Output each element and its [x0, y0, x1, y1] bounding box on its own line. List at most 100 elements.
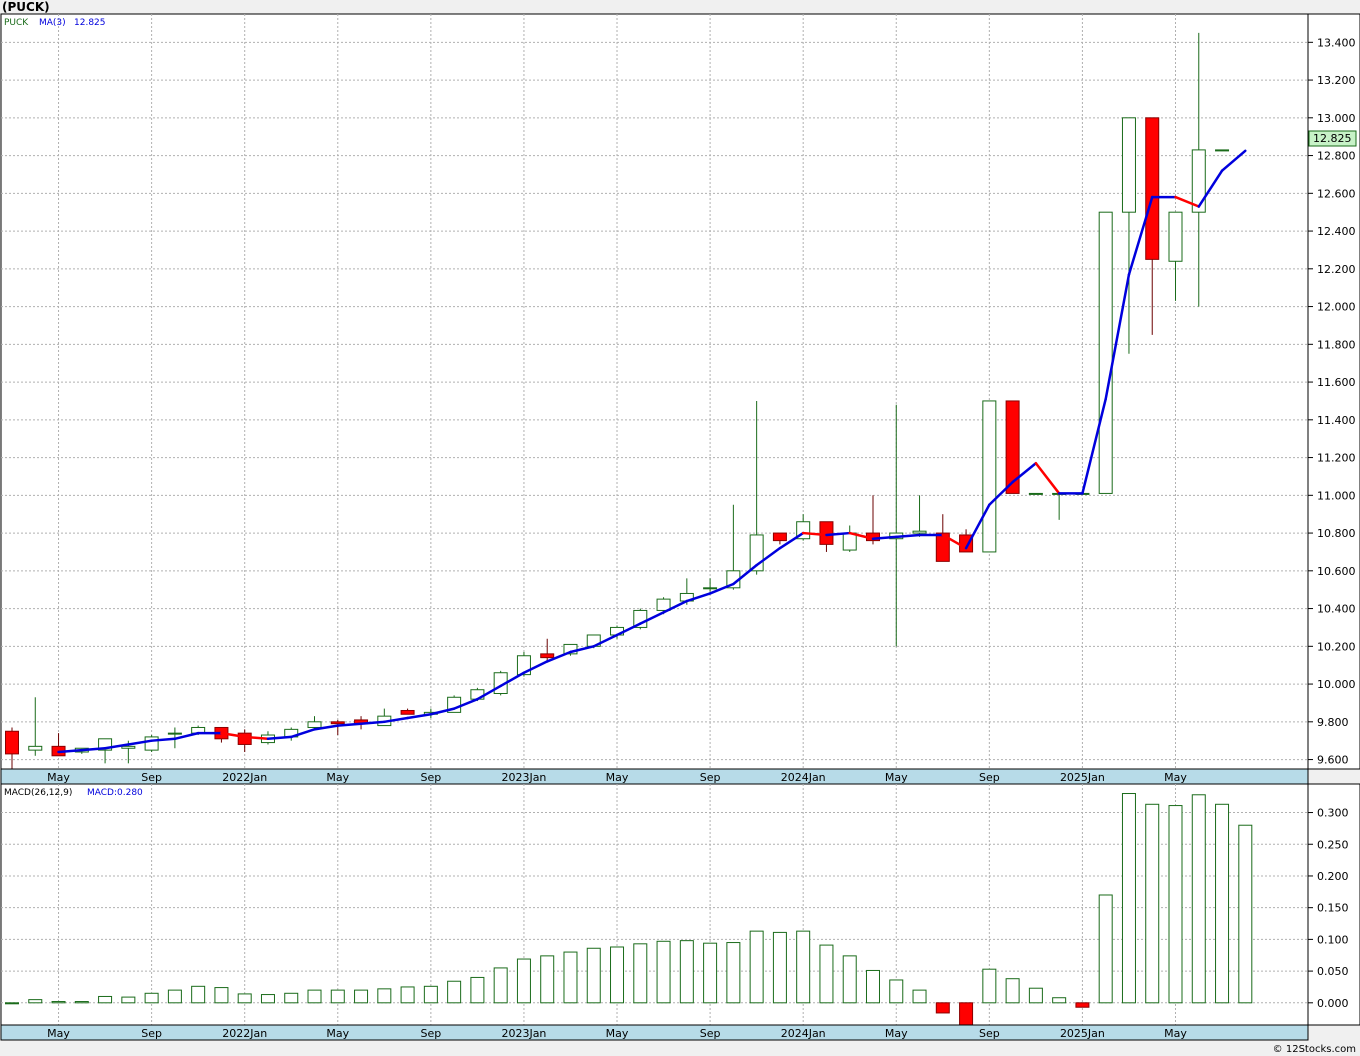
- macd-tick-label: 0.150: [1317, 902, 1349, 915]
- macd-tick-label: 0.250: [1317, 838, 1349, 851]
- macd-bar: [237, 993, 252, 1004]
- macd-bar: [540, 955, 555, 1004]
- macd-bar: [586, 947, 601, 1004]
- macd-bar: [935, 1002, 950, 1014]
- macd-bar: [610, 946, 625, 1004]
- macd-bar: [516, 958, 531, 1004]
- price-tick-label: 11.000: [1317, 489, 1356, 502]
- price-tick-label: 13.400: [1317, 36, 1356, 49]
- macd-bar: [307, 989, 322, 1004]
- macd-bar: [889, 979, 904, 1004]
- candle-body: [540, 653, 555, 659]
- price-x-label: 2024Jan: [781, 771, 826, 784]
- macd-bar: [1075, 1002, 1090, 1008]
- macd-bar: [51, 1001, 66, 1004]
- price-tick-label: 11.200: [1317, 452, 1356, 465]
- macd-bar: [1191, 794, 1206, 1004]
- macd-bar: [796, 930, 811, 1004]
- macd-bar: [703, 942, 718, 1004]
- price-tick-label: 12.200: [1317, 263, 1356, 276]
- macd-x-label: May: [326, 1027, 349, 1040]
- price-x-label: May: [47, 771, 70, 784]
- macd-bar: [354, 989, 369, 1004]
- macd-bar: [1028, 987, 1043, 1004]
- price-x-label: 2022Jan: [222, 771, 267, 784]
- candle-body: [1098, 211, 1113, 494]
- macd-tick-label: 0.100: [1317, 933, 1349, 946]
- candle-body: [819, 521, 834, 545]
- macd-bar: [1052, 997, 1067, 1004]
- macd-bar: [260, 994, 275, 1004]
- last-price-label: 12.825: [1313, 132, 1352, 145]
- macd-x-label: May: [1164, 1027, 1187, 1040]
- macd-bar: [400, 986, 415, 1004]
- macd-bar: [330, 989, 345, 1004]
- macd-bar: [98, 995, 113, 1004]
- candle-body: [842, 532, 857, 551]
- candle-body: [144, 736, 159, 751]
- macd-bar: [28, 999, 43, 1004]
- macd-bar: [842, 955, 857, 1004]
- macd-legend-label: MACD(26,12,9): [4, 788, 72, 798]
- price-tick-label: 10.600: [1317, 565, 1356, 578]
- macd-tick-label: 0.000: [1317, 997, 1349, 1010]
- price-tick-label: 10.800: [1317, 527, 1356, 540]
- macd-bar: [749, 930, 764, 1004]
- price-x-label: May: [1164, 771, 1187, 784]
- macd-bar: [74, 1001, 89, 1004]
- price-x-label: Sep: [700, 771, 721, 784]
- macd-bar: [470, 976, 485, 1004]
- price-tick-label: 13.200: [1317, 74, 1356, 87]
- candle-body: [307, 721, 322, 728]
- last-price-marker: 12.825: [1308, 130, 1357, 147]
- macd-bar: [191, 985, 206, 1004]
- macd-bar: [377, 988, 392, 1004]
- price-tick-label: 12.400: [1317, 225, 1356, 238]
- price-x-label: 2025Jan: [1060, 771, 1105, 784]
- macd-x-label: 2023Jan: [501, 1027, 546, 1040]
- macd-bar: [982, 968, 997, 1004]
- macd-bar: [1005, 978, 1020, 1004]
- price-legend: PUCK MA(3) 12.825: [4, 18, 106, 28]
- macd-bar: [493, 967, 508, 1004]
- price-x-label: 2023Jan: [501, 771, 546, 784]
- price-date-band: [0, 768, 1309, 785]
- price-tick-label: 12.600: [1317, 187, 1356, 200]
- price-x-label: Sep: [141, 771, 162, 784]
- macd-bar: [284, 992, 299, 1004]
- macd-x-label: Sep: [141, 1027, 162, 1040]
- candle-body: [1121, 117, 1136, 213]
- macd-legend-value: MACD:0.280: [87, 788, 143, 798]
- stock-chart: 9.600 9.800 10.000 10.200 10.400 10.600 10.800…: [0, 13, 1360, 1041]
- price-tick-label: 10.000: [1317, 678, 1356, 691]
- price-tick-label: 12.800: [1317, 150, 1356, 163]
- candle-body: [1028, 492, 1043, 495]
- macd-panel: 0.000 0.050 0.100 0.150 0.200 0.250 0.300 MACD…: [0, 783, 1360, 1041]
- legend-ma-value: 12.825: [74, 18, 106, 28]
- candle-body: [912, 530, 927, 534]
- price-tick-label: 10.400: [1317, 603, 1356, 616]
- candle-body: [1191, 149, 1206, 213]
- candle-body: [167, 732, 182, 735]
- macd-bar: [819, 944, 834, 1004]
- macd-bar: [121, 996, 136, 1004]
- page-title: (PUCK): [2, 0, 50, 14]
- macd-x-label: 2024Jan: [781, 1027, 826, 1040]
- macd-bar: [1215, 803, 1230, 1004]
- macd-date-band: [0, 1024, 1309, 1041]
- macd-bar: [214, 987, 229, 1004]
- price-x-label: May: [885, 771, 908, 784]
- macd-bar: [144, 992, 159, 1004]
- macd-x-label: Sep: [700, 1027, 721, 1040]
- macd-bar: [447, 980, 462, 1004]
- price-tick-label: 9.600: [1317, 754, 1349, 767]
- candle-body: [1145, 117, 1160, 260]
- macd-bar: [959, 1002, 974, 1027]
- candle-body: [28, 745, 43, 751]
- price-x-label: Sep: [420, 771, 441, 784]
- candle-body: [400, 709, 415, 715]
- macd-tick-label: 0.050: [1317, 965, 1349, 978]
- macd-x-label: Sep: [979, 1027, 1000, 1040]
- candle-body: [772, 532, 787, 542]
- macd-tick-label: 0.300: [1317, 807, 1349, 820]
